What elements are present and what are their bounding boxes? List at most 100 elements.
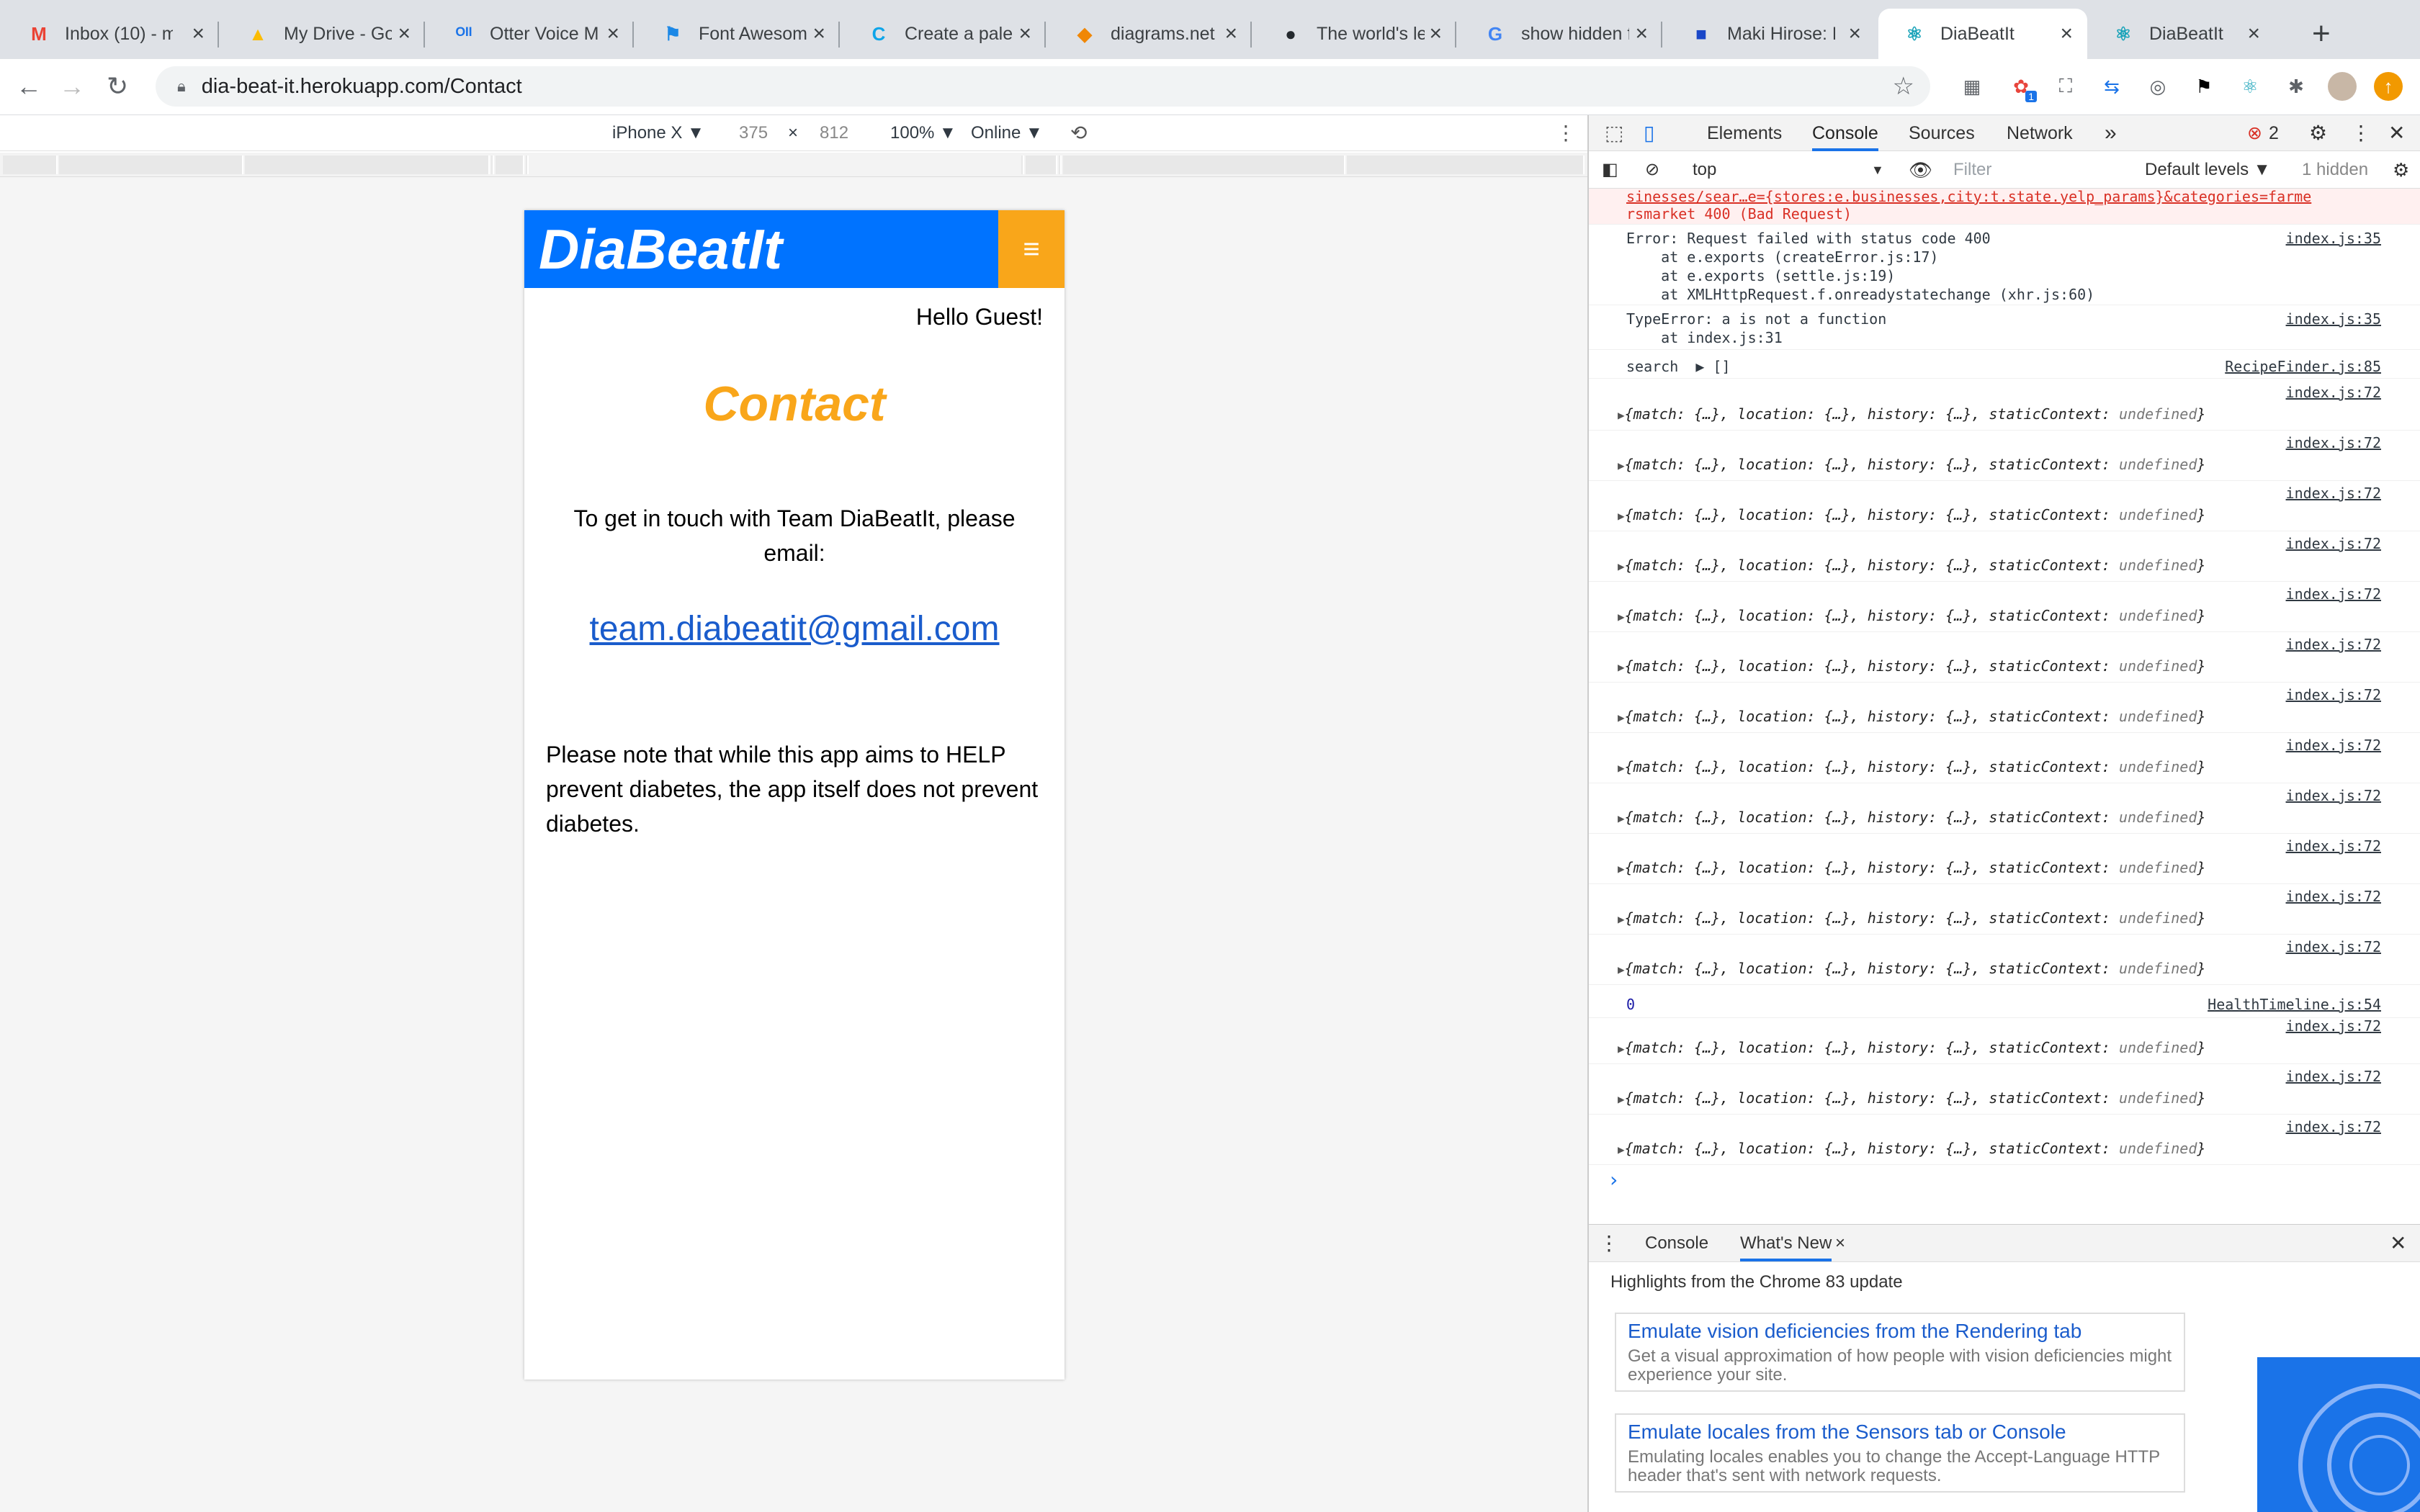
console-object[interactable]: ▶{match: {…}, location: {…}, history: {……	[1618, 757, 2205, 778]
new-tab-icon[interactable]: +	[2312, 16, 2331, 52]
expand-arrow-icon[interactable]: ▶	[1618, 862, 1625, 876]
expand-arrow-icon[interactable]: ▶	[1618, 459, 1625, 472]
close-tab-icon[interactable]: ×	[1835, 1231, 1845, 1256]
more-tabs-icon[interactable]: »	[2105, 121, 2117, 145]
console-object[interactable]: ▶{match: {…}, location: {…}, history: {……	[1618, 606, 2205, 626]
console-prompt[interactable]: ›	[1608, 1168, 1620, 1192]
close-drawer-icon[interactable]: ✕	[2390, 1231, 2406, 1256]
console-object[interactable]: ▶{match: {…}, location: {…}, history: {……	[1618, 808, 2205, 828]
extension-icon[interactable]: ✿ 1	[2007, 72, 2037, 102]
browser-tab[interactable]: ⚛ DiaBeatIt ×	[2087, 9, 2275, 59]
filter-input[interactable]: Filter	[1953, 158, 2133, 181]
screen-capture-icon[interactable]: ⛶	[2051, 72, 2080, 101]
inspect-element-icon[interactable]: ⬚	[1605, 121, 1623, 145]
update-icon[interactable]: ↑	[2374, 72, 2403, 101]
close-tab-icon[interactable]: ×	[1429, 22, 1442, 46]
extension-icon[interactable]: ◎	[2143, 72, 2172, 101]
eye-icon[interactable]: 👁︎	[1909, 158, 1932, 181]
console-object[interactable]: ▶{match: {…}, location: {…}, history: {……	[1618, 1139, 2205, 1159]
close-tab-icon[interactable]: ×	[606, 22, 619, 46]
close-tab-icon[interactable]: ×	[1635, 22, 1648, 46]
puzzle-extensions-icon[interactable]: ✱	[2282, 72, 2311, 101]
height-input[interactable]: 812	[820, 121, 848, 145]
source-link[interactable]: index.js:72	[2286, 685, 2381, 704]
console-object[interactable]: ▶{match: {…}, location: {…}, history: {……	[1618, 556, 2205, 576]
sidebar-toggle-icon[interactable]: ◧	[1602, 158, 1618, 181]
expand-arrow-icon[interactable]: ▶	[1618, 811, 1625, 825]
source-link[interactable]: index.js:72	[2286, 383, 2381, 402]
tab-network[interactable]: Network	[2007, 121, 2073, 145]
forward-icon[interactable]: →	[59, 69, 85, 104]
close-tab-icon[interactable]: ×	[812, 22, 825, 46]
close-tab-icon[interactable]: ×	[1848, 22, 1861, 46]
expand-arrow-icon[interactable]: ▶	[1618, 509, 1625, 523]
source-link[interactable]: index.js:35	[2286, 310, 2381, 328]
expand-arrow-icon[interactable]: ▶	[1618, 912, 1625, 926]
extension-icon[interactable]: ▦	[1958, 72, 1986, 101]
whats-new-card[interactable]: Emulate locales from the Sensors tab or …	[1615, 1413, 2185, 1493]
source-link[interactable]: HealthTimeline.js:54	[2208, 995, 2381, 1014]
browser-tab[interactable]: ● The world's le ×	[1255, 9, 1456, 59]
browser-tab[interactable]: ■ Maki Hirose: L ×	[1665, 9, 1876, 59]
expand-arrow-icon[interactable]: ▶	[1618, 610, 1625, 624]
console-object[interactable]: ▶{match: {…}, location: {…}, history: {……	[1618, 707, 2205, 727]
browser-tab[interactable]: Gshow hidden f ×	[1459, 9, 1662, 59]
back-icon[interactable]: ←	[16, 69, 42, 104]
settings-gear-icon[interactable]: ⚙	[2309, 121, 2327, 145]
drawer-tab-console[interactable]: Console	[1645, 1231, 1708, 1256]
drawer-menu-icon[interactable]: ⋮	[1599, 1231, 1619, 1256]
clear-console-icon[interactable]: ⊘	[1645, 158, 1659, 181]
error-count[interactable]: 2	[2269, 121, 2279, 145]
browser-tab[interactable]: M Inbox (10) - m ×	[3, 9, 219, 59]
error-url[interactable]: sinesses/sear…e={stores:e.businesses,cit…	[1626, 189, 2311, 206]
expand-arrow-icon[interactable]: ▶	[1618, 963, 1625, 976]
console-object[interactable]: ▶{match: {…}, location: {…}, history: {……	[1618, 455, 2205, 475]
browser-tab[interactable]: ᴼᴵᴵ Otter Voice M ×	[428, 9, 634, 59]
expand-arrow-icon[interactable]: ▶	[1618, 660, 1625, 674]
close-tab-icon[interactable]: ×	[2247, 22, 2260, 46]
close-tab-icon[interactable]: ×	[192, 22, 205, 46]
source-link[interactable]: index.js:72	[2286, 1117, 2381, 1136]
expand-arrow-icon[interactable]: ▶	[1618, 761, 1625, 775]
address-bar[interactable]: 🔒︎ dia-beat-it.herokuapp.com/Contact ☆	[156, 66, 1930, 107]
console-object[interactable]: ▶{match: {…}, location: {…}, history: {……	[1618, 959, 2205, 979]
console-object[interactable]: ▶{match: {…}, location: {…}, history: {……	[1618, 505, 2205, 526]
whats-new-card[interactable]: Emulate vision deficiencies from the Ren…	[1615, 1313, 2185, 1392]
network-select[interactable]: Online ▼	[971, 121, 1043, 145]
console-object[interactable]: ▶{match: {…}, location: {…}, history: {……	[1618, 657, 2205, 677]
drawer-tab-whats-new[interactable]: What's New	[1740, 1231, 1832, 1261]
log-levels-select[interactable]: Default levels ▼	[2145, 158, 2271, 181]
source-link[interactable]: index.js:72	[2286, 484, 2381, 503]
browser-tab[interactable]: ◆ diagrams.net ×	[1049, 9, 1252, 59]
more-options-icon[interactable]: ⋮	[1556, 121, 1576, 145]
card-title[interactable]: Emulate vision deficiencies from the Ren…	[1628, 1320, 2172, 1343]
expand-arrow-icon[interactable]: ▶	[1618, 1092, 1625, 1106]
close-tab-icon[interactable]: ×	[398, 22, 411, 46]
console-object[interactable]: ▶{match: {…}, location: {…}, history: {……	[1618, 405, 2205, 425]
devtools-menu-icon[interactable]: ⋮	[2351, 121, 2371, 145]
reload-icon[interactable]: ↻	[107, 69, 128, 104]
close-tab-icon[interactable]: ×	[1224, 22, 1237, 46]
browser-tab[interactable]: C Create a palet ×	[843, 9, 1046, 59]
source-link[interactable]: index.js:72	[2286, 887, 2381, 906]
source-link[interactable]: RecipeFinder.js:85	[2225, 357, 2381, 376]
zoom-select[interactable]: 100% ▼	[890, 121, 956, 145]
device-toggle-icon[interactable]: ▯	[1644, 121, 1654, 145]
source-link[interactable]: index.js:72	[2286, 736, 2381, 755]
flag-extension-icon[interactable]: ⚑	[2190, 72, 2218, 101]
expand-arrow-icon[interactable]: ▶	[1618, 711, 1625, 724]
source-link[interactable]: index.js:72	[2286, 1067, 2381, 1086]
email-link[interactable]: team.diabeatit@gmail.com	[524, 609, 1065, 649]
card-title[interactable]: Emulate locales from the Sensors tab or …	[1628, 1421, 2172, 1444]
error-count-icon[interactable]: ⊗	[2247, 121, 2262, 145]
bookmark-star-icon[interactable]: ☆	[1893, 72, 1914, 101]
media-query-bar[interactable]	[0, 153, 1587, 177]
source-link[interactable]: index.js:72	[2286, 534, 2381, 553]
context-select[interactable]: top	[1693, 158, 1815, 181]
source-link[interactable]: index.js:35	[2286, 229, 2381, 248]
device-select[interactable]: iPhone X ▼	[612, 121, 704, 145]
source-link[interactable]: index.js:72	[2286, 433, 2381, 452]
source-link[interactable]: index.js:72	[2286, 837, 2381, 855]
expand-arrow-icon[interactable]: ▶	[1618, 1143, 1625, 1156]
console-object[interactable]: ▶{match: {…}, location: {…}, history: {……	[1618, 1038, 2205, 1058]
